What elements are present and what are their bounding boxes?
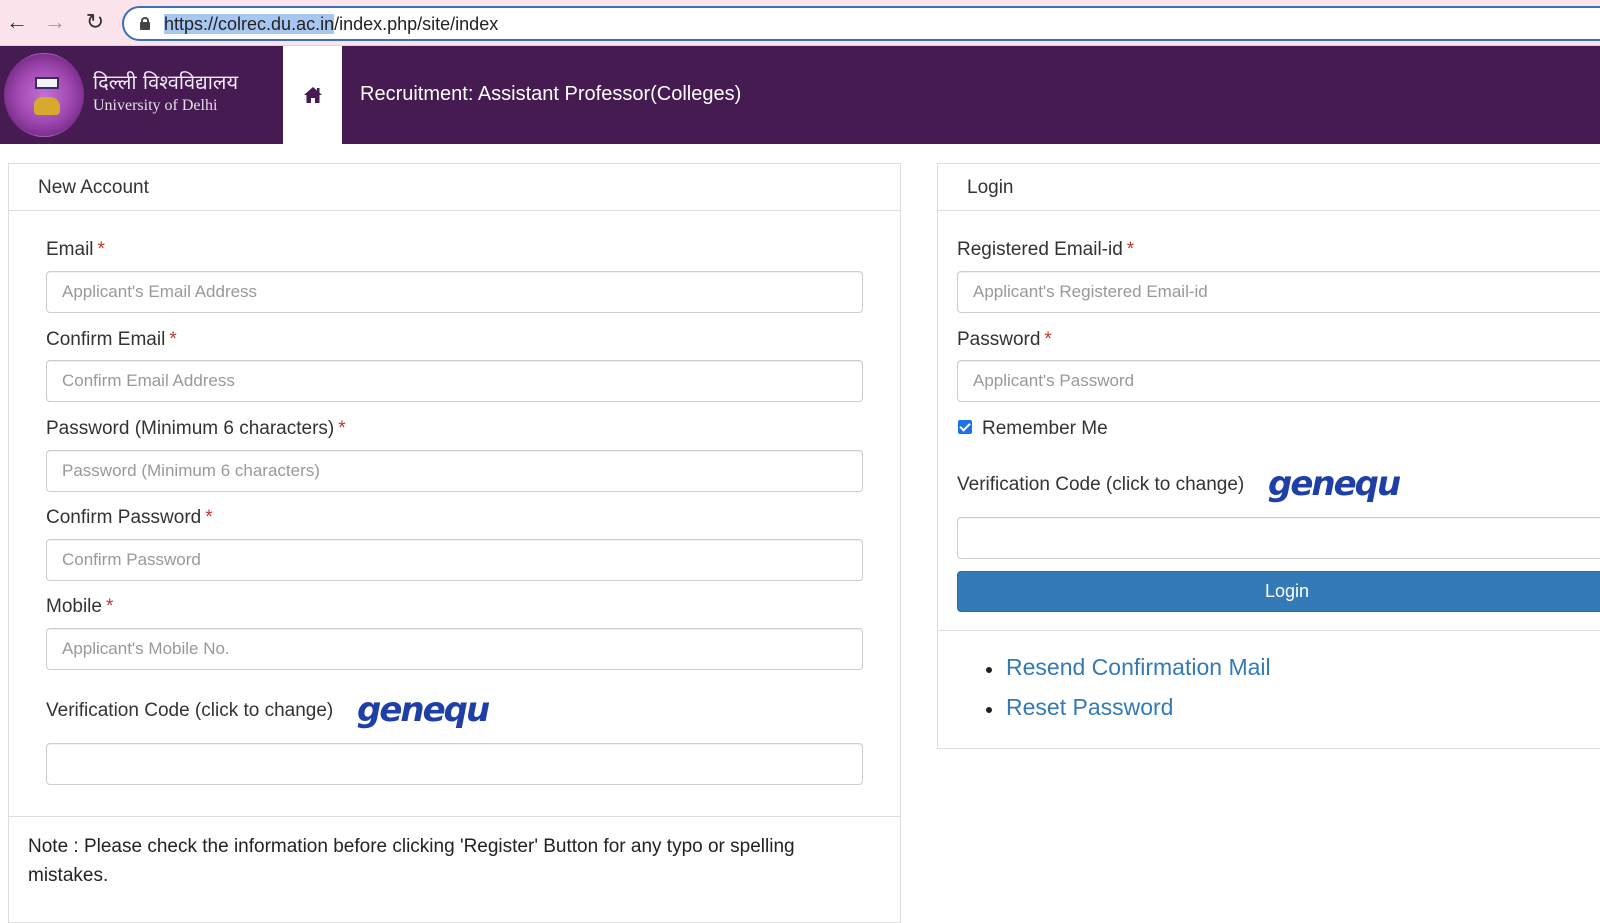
new-account-title: New Account	[38, 177, 149, 198]
resend-confirmation-text[interactable]: Resend Confirmation Mail	[1006, 654, 1271, 680]
email-input[interactable]	[46, 271, 863, 313]
url-text[interactable]: https://colrec.du.ac.in/index.php/site/i…	[164, 14, 498, 35]
login-title: Login	[967, 177, 1014, 198]
required-asterisk: *	[205, 507, 213, 528]
lock-icon[interactable]	[140, 17, 150, 30]
login-email-input[interactable]	[957, 271, 1600, 313]
login-password-label: Password *	[957, 329, 1052, 351]
reset-password-link[interactable]: Reset Password	[986, 694, 1271, 734]
du-emblem-icon	[4, 53, 84, 137]
password-label-text: Password (Minimum 6 characters)	[46, 418, 335, 439]
new-account-header: New Account	[9, 164, 900, 211]
login-captcha-image[interactable]: genequ	[1268, 464, 1401, 504]
required-asterisk: *	[1126, 239, 1135, 260]
login-button[interactable]: Login	[957, 571, 1600, 612]
login-verification-input[interactable]	[957, 517, 1600, 559]
registered-email-label: Registered Email-id *	[957, 239, 1134, 261]
reload-icon[interactable]: ↻	[82, 9, 108, 35]
login-header: Login	[938, 164, 1600, 211]
university-logo[interactable]: दिल्ली विश्वविद्यालय University of Delhi	[0, 46, 283, 144]
url-highlight: https://colrec.du.ac.in	[164, 14, 335, 34]
login-verification-label: Verification Code (click to change)	[957, 474, 1245, 495]
email-label: Email *	[46, 239, 105, 261]
logo-english-text: University of Delhi	[93, 97, 218, 114]
confirm-password-label: Confirm Password *	[46, 507, 213, 529]
home-icon	[304, 87, 322, 103]
bullet-icon	[986, 707, 992, 713]
captcha-image[interactable]: genequ	[357, 690, 490, 730]
required-asterisk: *	[105, 596, 114, 617]
mobile-label-text: Mobile	[46, 596, 102, 617]
confirm-email-label-text: Confirm Email	[46, 329, 166, 350]
browser-toolbar: ← → ↻ https://colrec.du.ac.in/index.php/…	[0, 0, 1600, 46]
registered-email-label-text: Registered Email-id	[957, 239, 1123, 260]
confirm-email-input[interactable]	[46, 360, 863, 402]
confirm-email-label: Confirm Email *	[46, 329, 177, 351]
login-password-input[interactable]	[957, 360, 1600, 402]
panel-footer-divider	[9, 816, 900, 817]
confirm-password-input[interactable]	[46, 539, 863, 581]
required-asterisk: *	[169, 329, 177, 350]
logo-hindi-text: दिल्ली विश्वविद्यालय	[93, 70, 239, 94]
email-label-text: Email	[46, 239, 94, 260]
login-panel: Login Registered Email-id* Password* Rem…	[937, 163, 1600, 749]
page-title: Recruitment: Assistant Professor(College…	[360, 83, 742, 105]
forward-arrow-icon[interactable]: →	[42, 9, 68, 35]
elephant-icon	[34, 97, 60, 115]
login-links: Resend Confirmation Mail Reset Password	[986, 654, 1271, 734]
new-account-panel: New Account Email* Confirm Email* Passwo…	[8, 163, 901, 923]
remember-me-label[interactable]: Remember Me	[982, 418, 1108, 440]
verification-code-input[interactable]	[46, 743, 863, 785]
required-asterisk: *	[338, 418, 346, 439]
remember-me-checkbox[interactable]	[958, 420, 972, 434]
required-asterisk: *	[97, 239, 105, 260]
site-header: दिल्ली विश्वविद्यालय University of Delhi…	[0, 46, 1600, 144]
password-input[interactable]	[46, 450, 863, 492]
confirm-password-label-text: Confirm Password	[46, 507, 202, 528]
mobile-input[interactable]	[46, 628, 863, 670]
verification-label: Verification Code (click to change)	[46, 700, 334, 721]
mobile-label: Mobile *	[46, 596, 113, 618]
login-password-label-text: Password	[957, 329, 1041, 350]
address-bar[interactable]: https://colrec.du.ac.in/index.php/site/i…	[122, 6, 1600, 41]
url-path: /index.php/site/index	[334, 14, 499, 34]
home-button[interactable]	[283, 46, 342, 144]
back-arrow-icon[interactable]: ←	[4, 9, 30, 35]
resend-confirmation-link[interactable]: Resend Confirmation Mail	[986, 654, 1271, 694]
bullet-icon	[986, 667, 992, 673]
login-footer-divider	[938, 630, 1600, 631]
password-label: Password (Minimum 6 characters) *	[46, 418, 346, 440]
book-icon	[35, 77, 59, 89]
reset-password-text[interactable]: Reset Password	[1006, 694, 1173, 720]
required-asterisk: *	[1044, 329, 1052, 350]
register-note: Note : Please check the information befo…	[28, 836, 795, 886]
